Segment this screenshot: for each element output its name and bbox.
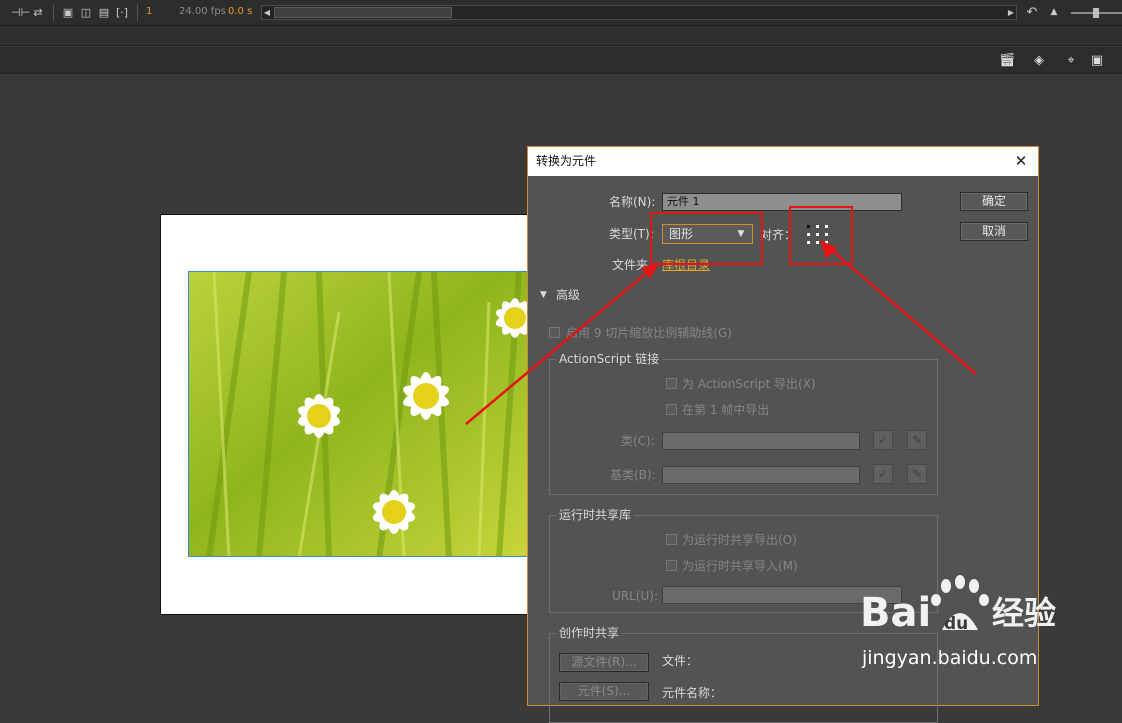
brand-cn: 经验 <box>992 594 1056 632</box>
brand-text: Bai <box>860 590 931 636</box>
watermark-url: jingyan.baidu.com <box>862 647 1038 669</box>
annotation-arrow-left <box>465 269 651 425</box>
annotation-arrow-right <box>828 247 977 375</box>
brand-du: du <box>944 614 968 634</box>
baidu-paw-logo: Bai du 经验 <box>860 575 1056 636</box>
